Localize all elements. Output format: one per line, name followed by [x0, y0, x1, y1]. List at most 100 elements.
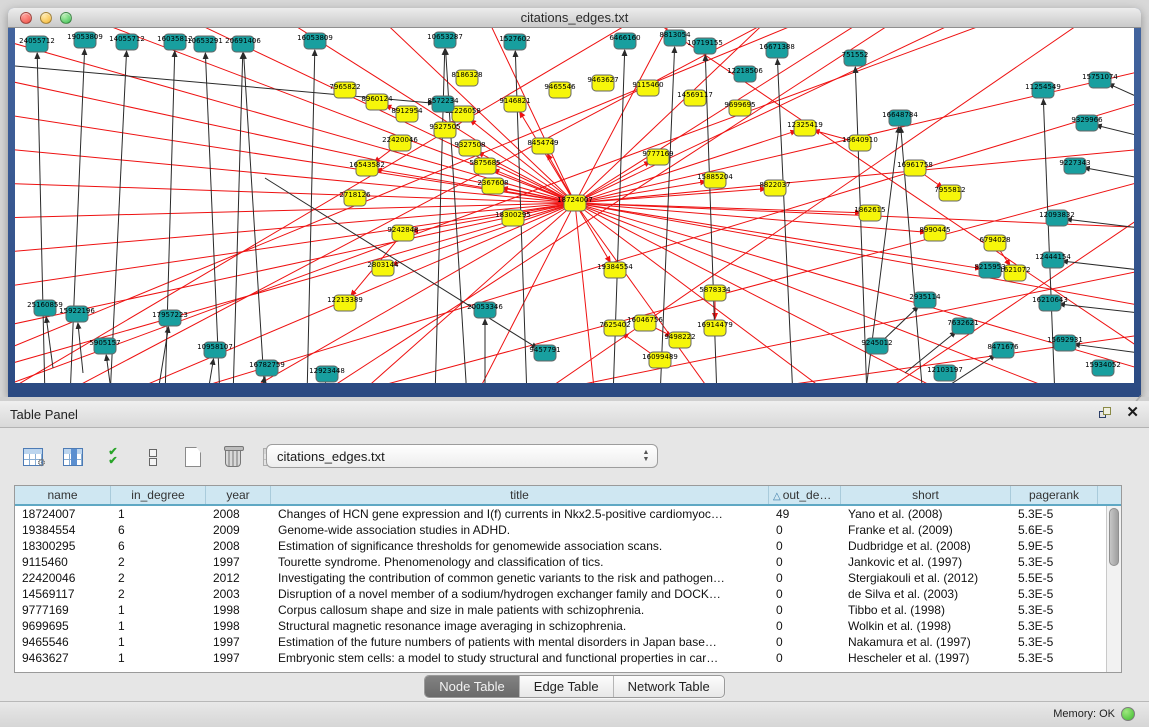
graph-node[interactable]: 9465546	[544, 82, 576, 98]
graph-node[interactable]: 19384554	[597, 262, 633, 278]
table-row[interactable]: 977716911998Corpus callosum shape and si…	[15, 602, 1121, 618]
graph-node[interactable]: 16648784	[882, 110, 918, 126]
graph-node[interactable]: 16046756	[627, 315, 663, 331]
graph-node[interactable]: 9463627	[587, 75, 618, 91]
graph-node[interactable]: 8822037	[759, 180, 790, 196]
window-titlebar[interactable]: citations_edges.txt	[8, 8, 1141, 28]
graph-node[interactable]: 5905157	[89, 338, 120, 354]
graph-node[interactable]: 8960124	[361, 94, 393, 110]
graph-node[interactable]: 22420046	[382, 135, 418, 151]
graph-node[interactable]: 2803144	[367, 260, 399, 276]
graph-node[interactable]: 7955812	[934, 185, 965, 201]
vertical-scrollbar[interactable]	[1106, 506, 1121, 672]
graph-node[interactable]: 18640910	[842, 135, 878, 151]
graph-node[interactable]: 1527602	[499, 34, 530, 50]
select-column-icon[interactable]	[60, 444, 86, 470]
column-header-year[interactable]: year	[206, 486, 271, 504]
graph-node[interactable]: 10653291	[187, 36, 223, 52]
graph-node[interactable]: 16914479	[697, 320, 733, 336]
graph-node[interactable]: 14569117	[677, 90, 713, 106]
graph-node[interactable]: 2718126	[339, 190, 371, 206]
graph-node[interactable]: 8186328	[451, 70, 482, 86]
graph-node[interactable]: 9227343	[1059, 158, 1090, 174]
graph-node[interactable]: 17957223	[152, 310, 188, 326]
graph-node[interactable]: 9115460	[632, 80, 663, 96]
graph-node[interactable]: 9245012	[861, 338, 892, 354]
graph-node[interactable]: 15934052	[1085, 360, 1121, 376]
table-row[interactable]: 946554611997Estimation of the future num…	[15, 634, 1121, 650]
table-row[interactable]: 2242004622012Investigating the contribut…	[15, 570, 1121, 586]
graph-node[interactable]: 11254549	[1025, 82, 1061, 98]
graph-node[interactable]: 7965822	[329, 82, 360, 98]
graph-node[interactable]: 9329966	[1071, 115, 1103, 131]
graph-node[interactable]: 9777169	[642, 149, 673, 165]
graph-node[interactable]: 16210643	[1032, 295, 1068, 311]
column-header-name[interactable]: name	[15, 486, 111, 504]
graph-node[interactable]: 15885204	[697, 172, 733, 188]
table-row[interactable]: 969969511998Structural magnetic resonanc…	[15, 618, 1121, 634]
graph-node[interactable]: 25160859	[27, 300, 63, 316]
new-file-icon[interactable]	[180, 444, 206, 470]
graph-node[interactable]: 9327508	[454, 140, 485, 156]
column-header-short[interactable]: short	[841, 486, 1011, 504]
graph-node[interactable]: 16671388	[759, 42, 795, 58]
graph-node[interactable]: 12103197	[927, 365, 963, 381]
graph-node[interactable]: 12218506	[727, 66, 763, 82]
table-selector-dropdown[interactable]: citations_edges.txt ▲▼	[266, 444, 658, 468]
table-row[interactable]: 1872400712008Changes of HCN gene express…	[15, 506, 1121, 522]
graph-node[interactable]: 9699695	[724, 100, 755, 116]
graph-node[interactable]: 8215953	[974, 262, 1005, 278]
graph-node[interactable]: 8471676	[987, 342, 1019, 358]
column-header-in_degree[interactable]: in_degree	[111, 486, 206, 504]
column-header-out_de[interactable]: △out_de…	[769, 486, 841, 504]
select-rows-checks-icon[interactable]: ✔✔	[100, 444, 126, 470]
tab-node-table[interactable]: Node Table	[425, 676, 520, 697]
close-panel-icon[interactable]: ✕	[1126, 405, 1139, 421]
graph-node[interactable]: 8454749	[527, 138, 558, 154]
graph-node[interactable]: 9242848	[387, 225, 418, 241]
graph-node[interactable]: 2367608	[477, 178, 508, 194]
scrollbar-thumb[interactable]	[1109, 508, 1119, 566]
graph-node[interactable]: 9457791	[529, 345, 560, 361]
graph-node[interactable]: 5878334	[699, 285, 731, 301]
graph-node[interactable]: 24055712	[19, 36, 55, 52]
table-row[interactable]: 946362711997Embryonic stem cells: a mode…	[15, 650, 1121, 666]
delete-trash-icon[interactable]	[220, 444, 246, 470]
graph-node[interactable]: 12444154	[1035, 252, 1071, 268]
network-canvas[interactable]: 1872400779658228960124891295422226058932…	[15, 28, 1134, 383]
graph-node[interactable]: 19053809	[67, 32, 103, 48]
column-header-title[interactable]: title	[271, 486, 769, 504]
graph-node[interactable]: 9498222	[664, 332, 695, 348]
graph-node[interactable]: 12325419	[787, 120, 823, 136]
graph-node[interactable]: 10719155	[687, 38, 723, 54]
table-row[interactable]: 1456911722003Disruption of a novel membe…	[15, 586, 1121, 602]
graph-node[interactable]: 9327505	[429, 122, 460, 138]
graph-node[interactable]: 2935114	[909, 292, 941, 308]
graph-node[interactable]: 12213389	[327, 295, 363, 311]
graph-node[interactable]: 7625402	[599, 320, 630, 336]
graph-node[interactable]: 751552	[842, 50, 869, 66]
graph-node[interactable]: 16543582	[349, 160, 385, 176]
graph-node[interactable]: 8912954	[391, 106, 423, 122]
column-header-pagerank[interactable]: pagerank	[1011, 486, 1098, 504]
graph-node[interactable]: 6794028	[979, 235, 1010, 251]
graph-node[interactable]: 15692931	[1047, 335, 1083, 351]
graph-node[interactable]: 5875685	[469, 158, 500, 174]
tab-network-table[interactable]: Network Table	[614, 676, 724, 697]
float-panel-icon[interactable]	[1098, 405, 1114, 421]
graph-node[interactable]: 10958107	[197, 342, 233, 358]
graph-node[interactable]: 14055712	[109, 34, 145, 50]
graph-node[interactable]: 1862615	[854, 205, 885, 221]
graph-node[interactable]: 10653287	[427, 32, 463, 48]
table-row[interactable]: 1830029562008Estimation of significance …	[15, 538, 1121, 554]
citation-network-graph[interactable]: 1872400779658228960124891295422226058932…	[15, 28, 1134, 383]
merge-rows-icon[interactable]	[140, 444, 166, 470]
graph-node[interactable]: 16961758	[897, 160, 933, 176]
graph-node[interactable]: 8990445	[919, 225, 950, 241]
graph-node[interactable]: 20053346	[467, 302, 503, 318]
graph-node[interactable]: 12923448	[309, 366, 345, 382]
graph-node[interactable]: 16782759	[249, 360, 285, 376]
table-settings-icon[interactable]: ⚙	[20, 444, 46, 470]
graph-node[interactable]: 9146821	[499, 96, 530, 112]
graph-node[interactable]: 15922196	[59, 306, 95, 322]
